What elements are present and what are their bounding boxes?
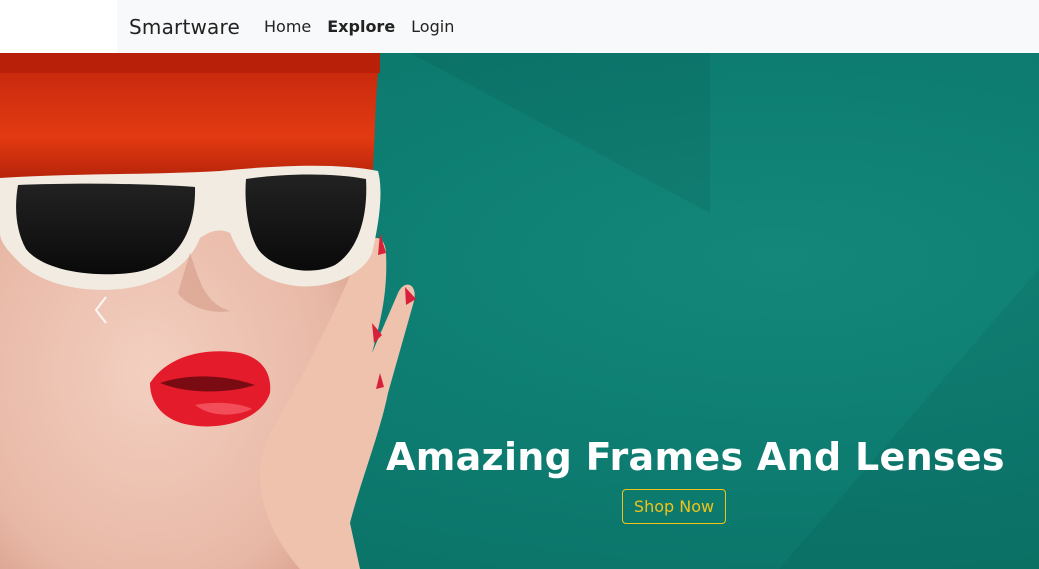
- nav-links: Home Explore Login: [264, 17, 454, 36]
- hero-model-image: [0, 53, 416, 569]
- page: Smartware Home Explore Login Amazing Fra…: [0, 0, 1039, 569]
- navbar-inner: Smartware Home Explore Login: [117, 0, 1039, 53]
- nav-link-home[interactable]: Home: [264, 17, 311, 36]
- nav-link-login[interactable]: Login: [411, 17, 454, 36]
- nav-link-explore[interactable]: Explore: [327, 17, 395, 36]
- hero-carousel: Amazing Frames And Lenses Shop Now: [0, 53, 1039, 569]
- navbar: Smartware Home Explore Login: [0, 0, 1039, 53]
- shop-now-button[interactable]: Shop Now: [621, 489, 727, 524]
- hero-headline: Amazing Frames And Lenses: [386, 435, 1005, 479]
- chevron-left-icon[interactable]: [88, 293, 116, 327]
- hero-caption: Amazing Frames And Lenses Shop Now: [386, 431, 1005, 524]
- background-facet: [410, 53, 710, 213]
- brand-logo-text[interactable]: Smartware: [129, 15, 240, 39]
- background-facet: [779, 269, 1039, 569]
